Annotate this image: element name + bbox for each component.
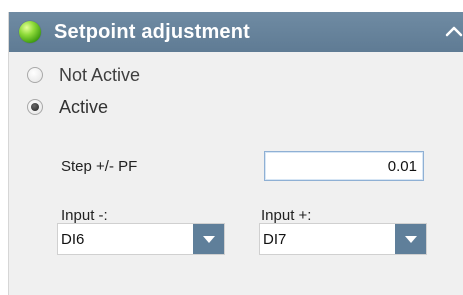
- panel-title: Setpoint adjustment: [54, 21, 251, 43]
- status-indicator-icon: [19, 21, 41, 43]
- chevron-down-icon: [202, 236, 215, 243]
- input-minus-select[interactable]: DI6: [57, 223, 225, 255]
- radio-button-active[interactable]: [27, 99, 43, 115]
- chevron-down-icon: [404, 236, 417, 243]
- input-minus-label: Input -:: [61, 207, 108, 224]
- input-plus-select[interactable]: DI7: [259, 223, 427, 255]
- input-minus-value: DI6: [61, 231, 85, 248]
- step-input[interactable]: [264, 151, 424, 181]
- radio-label-not-active: Not Active: [59, 64, 141, 85]
- setpoint-adjustment-panel: Setpoint adjustment Not Active Active St…: [8, 12, 463, 295]
- radio-not-active[interactable]: Not Active: [27, 64, 140, 86]
- chevron-up-icon[interactable]: [444, 22, 463, 42]
- panel-header[interactable]: Setpoint adjustment: [9, 12, 463, 52]
- step-label: Step +/- PF: [61, 158, 138, 175]
- input-plus-dropdown-button[interactable]: [395, 224, 426, 254]
- input-plus-label: Input +:: [261, 207, 312, 224]
- radio-button-not-active[interactable]: [27, 67, 43, 83]
- input-plus-value: DI7: [263, 231, 287, 248]
- radio-label-active: Active: [59, 96, 109, 117]
- radio-active[interactable]: Active: [27, 96, 108, 118]
- input-minus-dropdown-button[interactable]: [193, 224, 224, 254]
